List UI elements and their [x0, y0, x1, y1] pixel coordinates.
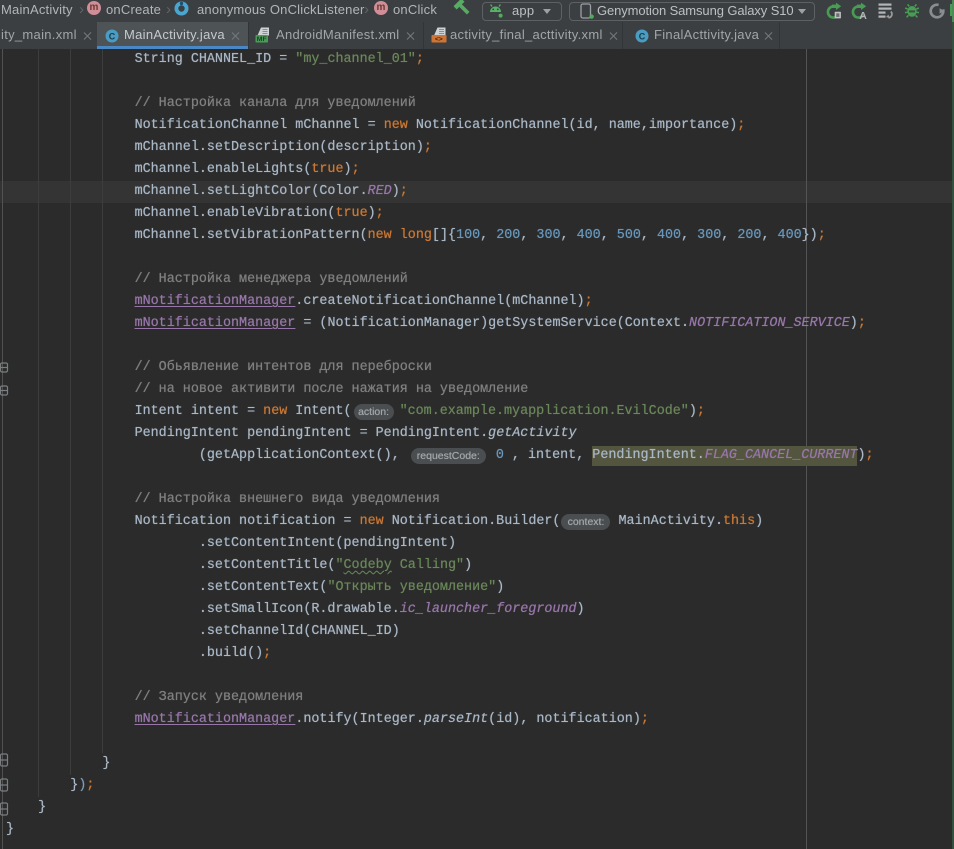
svg-text:A: A — [859, 10, 867, 20]
svg-text:C: C — [639, 32, 646, 42]
svg-text:<>: <> — [435, 36, 443, 43]
svg-text:MF: MF — [257, 36, 267, 43]
svg-text:C: C — [109, 32, 116, 42]
